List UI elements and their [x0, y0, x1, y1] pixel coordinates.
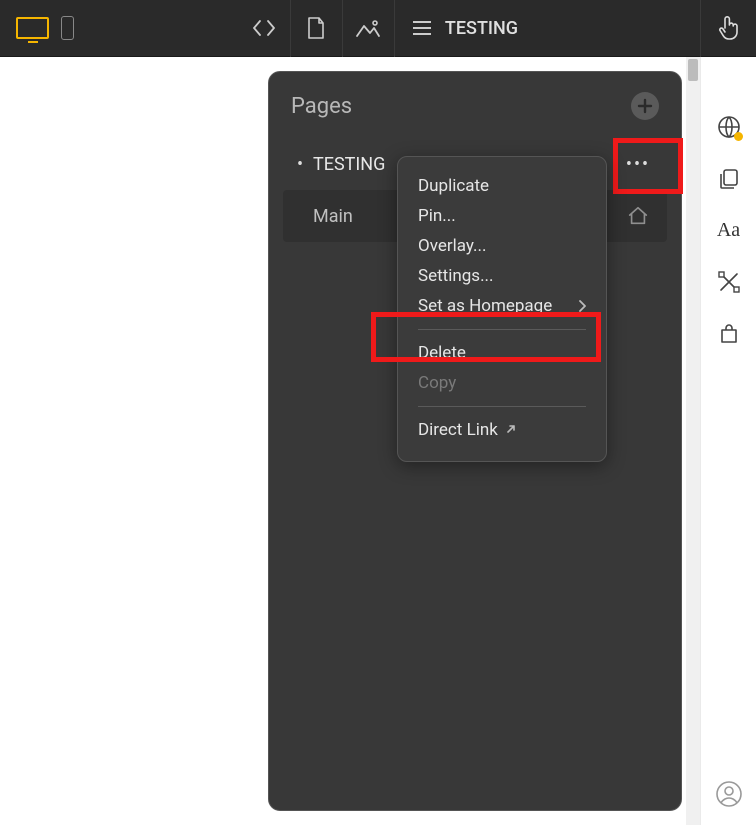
page-more-button[interactable]: ••• — [621, 147, 655, 181]
account-button[interactable] — [701, 781, 756, 807]
current-page-title: TESTING — [445, 18, 518, 39]
code-button[interactable] — [238, 0, 290, 57]
menu-pin[interactable]: Pin... — [398, 201, 606, 231]
plus-icon — [637, 98, 653, 114]
add-page-button[interactable] — [631, 92, 659, 120]
assets-button[interactable] — [717, 322, 741, 346]
publish-button[interactable] — [717, 115, 741, 139]
copy-icon — [717, 167, 741, 191]
page-context-menu: Duplicate Pin... Overlay... Settings... … — [397, 156, 607, 462]
menu-direct-link[interactable]: Direct Link — [398, 415, 606, 445]
topbar: TESTING — [0, 0, 756, 57]
menu-duplicate[interactable]: Duplicate — [398, 171, 606, 201]
scrollbar-thumb[interactable] — [688, 59, 698, 81]
design-tools-button[interactable] — [717, 270, 741, 294]
menu-settings[interactable]: Settings... — [398, 261, 606, 291]
menu-divider — [418, 329, 586, 330]
home-icon — [627, 205, 649, 227]
typography-button[interactable]: Aa — [717, 219, 740, 242]
mobile-view-button[interactable] — [61, 16, 74, 40]
canvas-scrollbar[interactable] — [686, 57, 700, 825]
user-circle-icon — [716, 781, 742, 807]
device-switcher — [0, 16, 74, 40]
typography-label: Aa — [717, 219, 740, 241]
interaction-mode-button[interactable] — [700, 0, 756, 57]
menu-copy: Copy — [398, 368, 606, 398]
desktop-view-button[interactable] — [16, 17, 49, 39]
menu-overlay[interactable]: Overlay... — [398, 231, 606, 261]
pages-rail-button[interactable] — [717, 167, 741, 191]
pointer-hand-icon — [716, 14, 742, 42]
status-dot — [734, 132, 743, 141]
pages-title: Pages — [291, 94, 352, 119]
external-link-icon — [504, 424, 516, 436]
active-indicator: • — [291, 154, 309, 175]
chevron-right-icon — [578, 300, 586, 312]
image-button[interactable] — [342, 0, 394, 57]
topbar-center: TESTING — [74, 0, 700, 57]
tools-icon — [717, 270, 741, 294]
page-switcher[interactable]: TESTING — [394, 0, 536, 57]
pages-header: Pages — [283, 92, 667, 138]
right-rail: Aa — [700, 57, 756, 825]
workspace: Pages • TESTING ••• Main D — [0, 57, 756, 825]
document-button[interactable] — [290, 0, 342, 57]
homepage-indicator[interactable] — [621, 199, 655, 233]
menu-divider — [418, 406, 586, 407]
pages-panel: Pages • TESTING ••• Main D — [268, 71, 682, 811]
menu-delete[interactable]: Delete — [398, 338, 606, 368]
hamburger-icon — [413, 21, 431, 35]
bag-icon — [717, 322, 741, 346]
menu-set-homepage[interactable]: Set as Homepage — [398, 291, 606, 321]
canvas[interactable]: Pages • TESTING ••• Main D — [0, 57, 700, 825]
